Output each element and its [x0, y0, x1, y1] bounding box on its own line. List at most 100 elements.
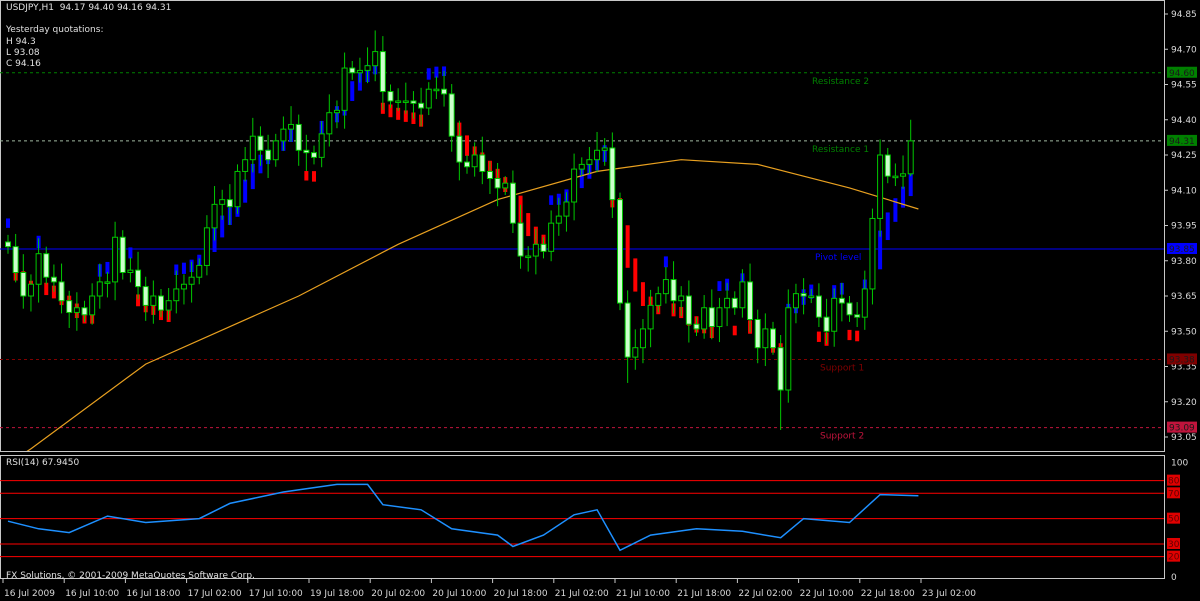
candle-body — [5, 241, 11, 248]
candle-body — [647, 304, 654, 330]
candle-body — [27, 283, 34, 297]
candle-body — [517, 222, 524, 257]
smoothed-bar — [816, 331, 821, 342]
candle-body — [877, 154, 884, 219]
candle-body — [884, 154, 891, 177]
candle-body — [823, 316, 830, 332]
price-tick-label: 94.70 — [1171, 45, 1197, 55]
price-chart[interactable]: 94.85 94.70 94.55 94.40 94.25 94.10 93.95 93.80… — [0, 0, 1200, 601]
price-tick-label: 93.50 — [1171, 327, 1197, 337]
candle-body — [165, 300, 172, 311]
price-tick-label: 93.95 — [1171, 222, 1197, 232]
candle-body — [800, 293, 807, 297]
candle-body — [66, 300, 73, 313]
candle-body — [119, 236, 126, 273]
candle-body — [425, 88, 432, 109]
candle-body — [739, 281, 746, 309]
candle-body — [127, 269, 134, 273]
level-price-label: 94.31 — [1169, 137, 1195, 147]
rsi-level-label: 70 — [1168, 489, 1180, 499]
candle-body — [838, 297, 845, 304]
candle-body — [617, 199, 623, 304]
candle-body — [861, 288, 868, 318]
candle-body — [509, 182, 516, 224]
rsi-level-label: 20 — [1168, 553, 1180, 563]
smoothed-bar — [640, 282, 645, 306]
candle-body — [395, 100, 402, 103]
candle-body — [81, 307, 88, 316]
main-plot: Resistance 2 Resistance 1 Pivot level Suppo… — [0, 30, 1164, 451]
candle-body — [188, 276, 195, 285]
candle-body — [73, 307, 80, 313]
rsi-level-label: 30 — [1168, 540, 1180, 550]
price-tick-label: 94.55 — [1171, 81, 1197, 91]
candle-body — [624, 302, 631, 358]
level-price-label: 94.60 — [1169, 69, 1195, 79]
level-name: Support 1 — [820, 363, 864, 373]
candle-body — [326, 112, 333, 135]
candle-body — [486, 170, 493, 179]
price-tick-label: 94.25 — [1171, 151, 1197, 161]
candle-body — [433, 88, 440, 92]
level-price-label: 93.09 — [1169, 424, 1195, 434]
candle-body — [662, 279, 669, 295]
candle-body — [280, 128, 287, 142]
time-tick-label: 22 Jul 18:00 — [861, 589, 915, 599]
candle-body — [479, 154, 486, 172]
candle-body — [555, 215, 562, 224]
rsi-plot — [0, 480, 1164, 558]
level-name: Resistance 1 — [812, 145, 869, 155]
candle-body — [58, 281, 65, 302]
rsi-panel-border — [0, 455, 1165, 579]
candle-body — [418, 102, 425, 109]
smoothed-bar — [855, 330, 860, 342]
candle-body — [20, 272, 27, 297]
smoothed-bar — [243, 179, 248, 203]
candle-body — [226, 199, 233, 208]
candle-body — [372, 51, 379, 67]
candle-body — [265, 149, 272, 161]
candle-body — [785, 307, 792, 391]
candle-body — [724, 297, 731, 309]
candle-body — [792, 293, 799, 309]
candle-body — [379, 51, 386, 93]
rsi-title: RSI(14) 67.9450 — [6, 458, 80, 468]
candle-body — [869, 217, 876, 290]
candle-body — [349, 67, 356, 74]
copyright-text: FX Solutions, © 2001-2009 MetaQuotes Sof… — [6, 571, 255, 581]
level-name: Support 2 — [820, 432, 864, 442]
symbol-ohlc-label: USDJPY,H1 94.17 94.40 94.16 94.31 — [6, 3, 172, 13]
candle-body — [578, 163, 585, 170]
candle-body — [846, 302, 853, 316]
candle-body — [12, 246, 19, 273]
smoothed-bar — [847, 329, 852, 341]
rsi-level-label: 50 — [1168, 515, 1180, 525]
candle-body — [35, 253, 42, 285]
candle-body — [502, 182, 509, 189]
candle-body — [142, 286, 149, 306]
candle-body — [448, 93, 455, 137]
rsi-axis-min: 0 — [1171, 573, 1177, 583]
time-tick-label: 17 Jul 02:00 — [188, 589, 242, 599]
candle-body — [464, 161, 470, 168]
price-tick-label: 94.10 — [1171, 186, 1197, 196]
price-tick-label: 93.80 — [1171, 257, 1197, 267]
time-tick-label: 22 Jul 10:00 — [800, 589, 854, 599]
candle-body — [356, 69, 363, 74]
candle-body — [318, 133, 325, 158]
candle-body — [609, 147, 616, 201]
rsi-axis-max: 100 — [1171, 458, 1188, 468]
candle-body — [808, 295, 815, 298]
candle-body — [96, 281, 103, 297]
smoothed-bar — [105, 261, 110, 274]
candle-body — [364, 65, 371, 71]
smoothed-bar — [44, 282, 49, 296]
time-tick-label: 20 Jul 18:00 — [494, 589, 548, 599]
time-tick-label: 16 Jul 2009 — [4, 589, 55, 599]
candle-body — [770, 328, 776, 349]
candle-body — [257, 135, 264, 151]
candle-body — [540, 243, 547, 252]
candle-body — [494, 178, 501, 189]
candle-body — [219, 199, 226, 205]
smoothed-bar — [426, 68, 431, 80]
